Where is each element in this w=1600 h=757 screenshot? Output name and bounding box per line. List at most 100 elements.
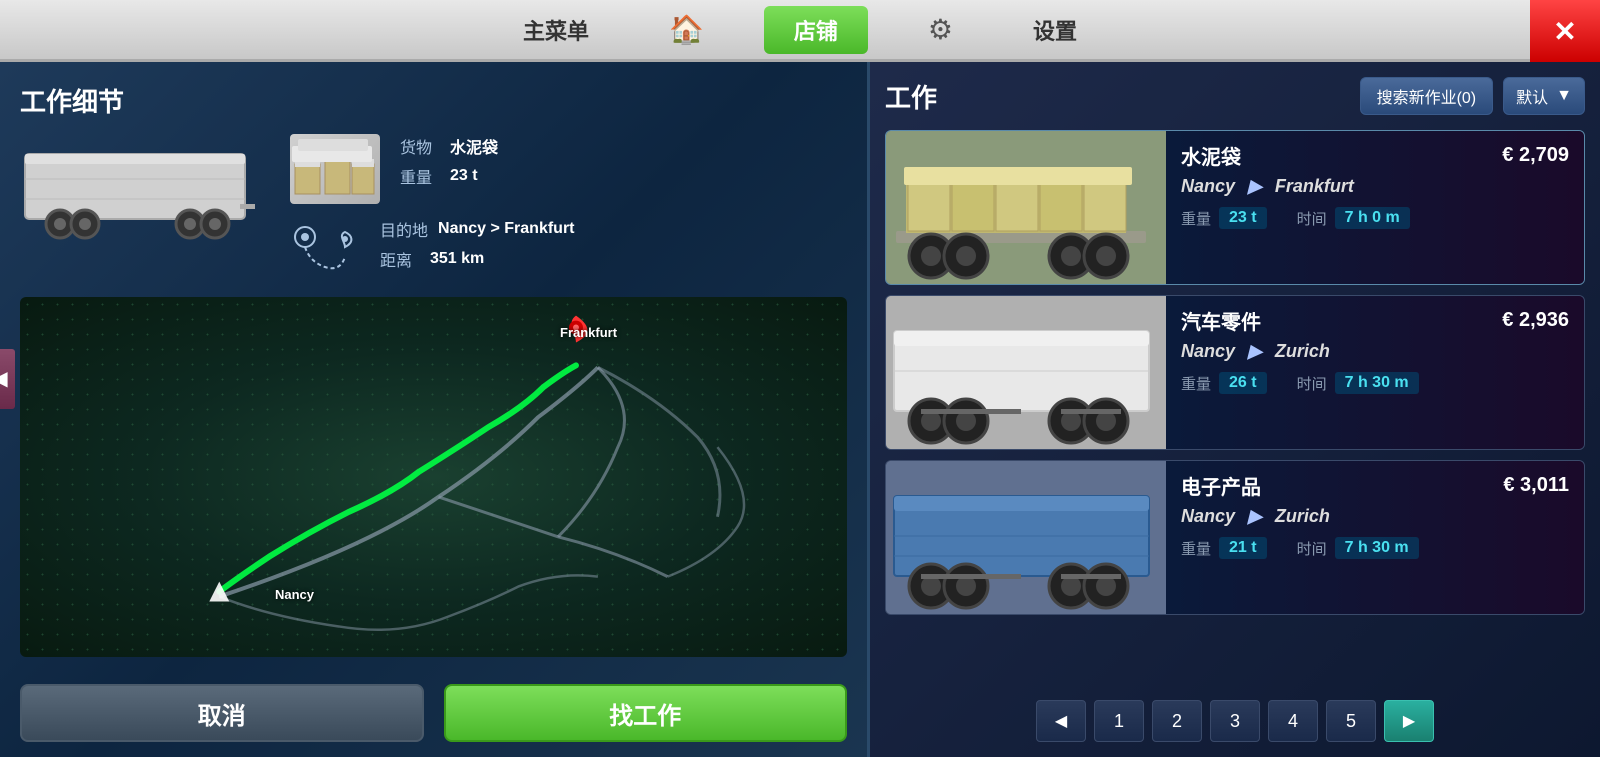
job-from-2: Nancy xyxy=(1181,341,1235,361)
right-title: 工作 xyxy=(885,78,937,115)
shop-nav[interactable]: 店铺 xyxy=(764,6,868,54)
route-arrow-3: ▶ xyxy=(1248,506,1267,526)
top-navigation: 主菜单 🏠 店铺 ⚙ 设置 ✕ xyxy=(0,0,1600,62)
info-section: 货物 水泥袋 重量 23 t xyxy=(20,134,847,287)
cargo-label: 货物 xyxy=(400,134,440,158)
job-header-2: 汽车零件 € 2,936 xyxy=(1181,306,1569,335)
job-weight-2: 重量 26 t xyxy=(1181,372,1267,394)
distance-label: 距离 xyxy=(380,247,420,271)
job-to-3: Zurich xyxy=(1275,506,1330,526)
destination-row: 目的地 Nancy > Frankfurt xyxy=(380,217,575,241)
cargo-info: 货物 水泥袋 重量 23 t xyxy=(290,134,847,287)
cargo-icon-area: 货物 水泥袋 重量 23 t xyxy=(290,134,847,204)
destination-label: 目的地 xyxy=(380,217,428,241)
settings-nav[interactable]: 设置 xyxy=(1013,6,1097,54)
weight-label: 重量 xyxy=(400,164,440,188)
destination-value: Nancy > Frankfurt xyxy=(438,220,574,238)
weight-label-3: 重量 xyxy=(1181,538,1211,559)
location-icon-area: 目的地 Nancy > Frankfurt 距离 351 km xyxy=(290,217,847,287)
left-panel: 工作细节 xyxy=(0,62,870,757)
job-name-3: 电子产品 xyxy=(1181,471,1261,500)
jobs-list: ◀ 水泥袋 € 2,709 Nancy ▶ Frankfurt 重量 xyxy=(885,130,1585,690)
job-route-1: Nancy ▶ Frankfurt xyxy=(1181,176,1569,197)
location-info-rows: 目的地 Nancy > Frankfurt 距离 351 km xyxy=(380,217,575,271)
job-to-2: Zurich xyxy=(1275,341,1330,361)
weight-value-3: 21 t xyxy=(1219,537,1267,559)
bottom-buttons: 取消 找工作 xyxy=(20,684,847,742)
distance-value: 351 km xyxy=(430,250,484,268)
weight-label-2: 重量 xyxy=(1181,373,1211,394)
home-icon[interactable]: 🏠 xyxy=(669,13,704,46)
job-info-1: 水泥袋 € 2,709 Nancy ▶ Frankfurt 重量 23 t xyxy=(1166,131,1584,284)
time-label-2: 时间 xyxy=(1297,373,1327,394)
job-card-3[interactable]: 电子产品 € 3,011 Nancy ▶ Zurich 重量 21 t xyxy=(885,460,1585,615)
cargo-row: 货物 水泥袋 xyxy=(400,134,498,158)
weight-row: 重量 23 t xyxy=(400,164,498,188)
job-time-1: 时间 7 h 0 m xyxy=(1297,207,1410,229)
job-from-1: Nancy xyxy=(1181,176,1235,196)
prev-page-button[interactable]: ◀ xyxy=(1036,700,1086,742)
close-button[interactable]: ✕ xyxy=(1530,0,1600,62)
weight-label-1: 重量 xyxy=(1181,208,1211,229)
route-arrow-1: ▶ xyxy=(1248,176,1267,196)
default-label: 默认 xyxy=(1516,84,1548,108)
job-name-1: 水泥袋 xyxy=(1181,141,1241,170)
job-details-1: 重量 23 t 时间 7 h 0 m xyxy=(1181,207,1569,229)
job-price-1: € 2,709 xyxy=(1502,144,1569,167)
cargo-image xyxy=(290,134,380,204)
job-time-3: 时间 7 h 30 m xyxy=(1297,537,1419,559)
job-weight-3: 重量 21 t xyxy=(1181,537,1267,559)
nancy-label: Nancy xyxy=(275,587,314,602)
main-container: 工作细节 xyxy=(0,62,1600,757)
pagination: ◀ 1 2 3 4 5 ▶ xyxy=(885,700,1585,742)
time-value-2: 7 h 30 m xyxy=(1335,372,1419,394)
time-label-1: 时间 xyxy=(1297,208,1327,229)
cancel-button[interactable]: 取消 xyxy=(20,684,424,742)
time-label-3: 时间 xyxy=(1297,538,1327,559)
right-panel: 工作 搜索新作业(0) 默认 ▼ xyxy=(870,62,1600,757)
search-jobs-button[interactable]: 搜索新作业(0) xyxy=(1360,77,1494,115)
route-arrow-2: ▶ xyxy=(1248,341,1267,361)
find-job-button[interactable]: 找工作 xyxy=(444,684,848,742)
job-time-2: 时间 7 h 30 m xyxy=(1297,372,1419,394)
job-to-1: Frankfurt xyxy=(1275,176,1354,196)
page-3-button[interactable]: 3 xyxy=(1210,700,1260,742)
job-price-2: € 2,936 xyxy=(1502,309,1569,332)
job-weight-1: 重量 23 t xyxy=(1181,207,1267,229)
page-4-button[interactable]: 4 xyxy=(1268,700,1318,742)
job-route-2: Nancy ▶ Zurich xyxy=(1181,341,1569,362)
job-image-1 xyxy=(886,131,1166,284)
weight-value-2: 26 t xyxy=(1219,372,1267,394)
map-area: Nancy Frankfurt xyxy=(20,297,847,657)
truck-illustration xyxy=(20,134,270,244)
job-details-3: 重量 21 t 时间 7 h 30 m xyxy=(1181,537,1569,559)
distance-row: 距离 351 km xyxy=(380,247,575,271)
job-card-1[interactable]: ◀ 水泥袋 € 2,709 Nancy ▶ Frankfurt 重量 xyxy=(885,130,1585,285)
settings-icon[interactable]: ⚙ xyxy=(928,13,953,46)
frankfurt-label: Frankfurt xyxy=(560,325,617,340)
job-header-3: 电子产品 € 3,011 xyxy=(1181,471,1569,500)
default-dropdown[interactable]: 默认 ▼ xyxy=(1503,77,1585,115)
page-2-button[interactable]: 2 xyxy=(1152,700,1202,742)
job-card-2[interactable]: 汽车零件 € 2,936 Nancy ▶ Zurich 重量 26 t xyxy=(885,295,1585,450)
job-from-3: Nancy xyxy=(1181,506,1235,526)
left-panel-title: 工作细节 xyxy=(20,82,847,119)
page-1-button[interactable]: 1 xyxy=(1094,700,1144,742)
cargo-info-rows: 货物 水泥袋 重量 23 t xyxy=(400,134,498,188)
job-price-3: € 3,011 xyxy=(1503,474,1569,497)
main-menu-nav[interactable]: 主菜单 xyxy=(503,6,609,54)
job-route-3: Nancy ▶ Zurich xyxy=(1181,506,1569,527)
cargo-value: 水泥袋 xyxy=(450,134,498,158)
page-5-button[interactable]: 5 xyxy=(1326,700,1376,742)
location-icon xyxy=(290,217,360,287)
time-value-3: 7 h 30 m xyxy=(1335,537,1419,559)
job-image-2 xyxy=(886,296,1166,449)
weight-value: 23 t xyxy=(450,167,478,185)
weight-value-1: 23 t xyxy=(1219,207,1267,229)
job-info-2: 汽车零件 € 2,936 Nancy ▶ Zurich 重量 26 t xyxy=(1166,296,1584,449)
next-page-button[interactable]: ▶ xyxy=(1384,700,1434,742)
job-info-3: 电子产品 € 3,011 Nancy ▶ Zurich 重量 21 t xyxy=(1166,461,1584,614)
right-header: 工作 搜索新作业(0) 默认 ▼ xyxy=(885,77,1585,115)
dropdown-arrow-icon: ▼ xyxy=(1556,87,1572,105)
job-name-2: 汽车零件 xyxy=(1181,306,1261,335)
